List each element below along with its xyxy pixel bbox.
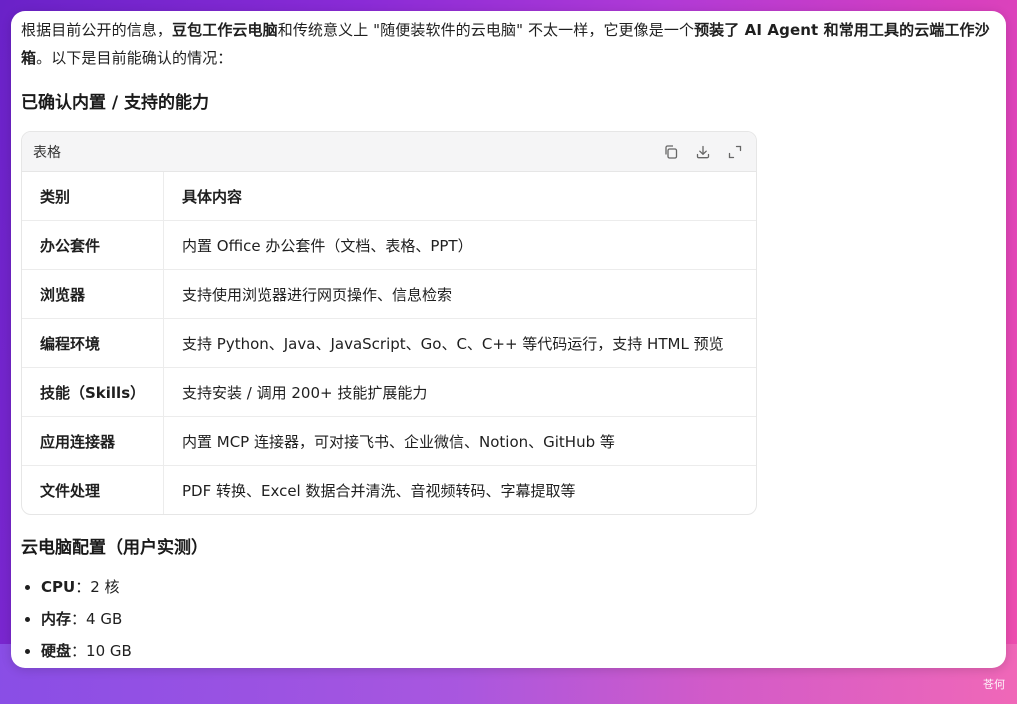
intro-bold-1: 豆包工作云电脑 xyxy=(172,21,278,39)
column-header-detail: 具体内容 xyxy=(163,172,756,221)
table-row: 技能（Skills） 支持安装 / 调用 200+ 技能扩展能力 xyxy=(22,367,756,417)
message-content: 根据目前公开的信息，豆包工作云电脑和传统意义上 "随便装软件的云电脑" 不太一样… xyxy=(21,11,999,660)
intro-text-2: 和传统意义上 "随便装软件的云电脑" 不太一样，它更像是一个 xyxy=(277,21,695,39)
row-detail: 内置 Office 办公套件（文档、表格、PPT） xyxy=(163,220,756,270)
intro-text-1: 根据目前公开的信息， xyxy=(21,21,173,39)
chat-message-card: 根据目前公开的信息，豆包工作云电脑和传统意义上 "随便装软件的云电脑" 不太一样… xyxy=(11,11,1006,668)
watermark-text: 苍何 xyxy=(983,678,1005,691)
spec-value: 2 核 xyxy=(90,578,120,596)
list-item: 硬盘：10 GB xyxy=(41,635,132,667)
spec-value: 4 GB xyxy=(86,610,123,628)
row-category: 文件处理 xyxy=(22,465,164,514)
row-category: 技能（Skills） xyxy=(22,367,164,417)
table-row: 应用连接器 内置 MCP 连接器，可对接飞书、企业微信、Notion、GitHu… xyxy=(22,416,756,466)
section-title-config: 云电脑配置（用户实测） xyxy=(21,538,208,558)
spec-value: 10 GB xyxy=(86,642,132,660)
table-label: 表格 xyxy=(33,144,61,161)
section-title-capabilities: 已确认内置 / 支持的能力 xyxy=(21,93,210,113)
row-category: 应用连接器 xyxy=(22,416,164,466)
spec-key: 硬盘 xyxy=(41,642,72,660)
table-row: 浏览器 支持使用浏览器进行网页操作、信息检索 xyxy=(22,269,756,319)
row-category: 编程环境 xyxy=(22,318,164,368)
row-category: 浏览器 xyxy=(22,269,164,319)
row-detail: 支持使用浏览器进行网页操作、信息检索 xyxy=(163,269,756,319)
table-toolbar: 表格 xyxy=(22,132,756,172)
capabilities-table: 类别 具体内容 办公套件 内置 Office 办公套件（文档、表格、PPT） 浏… xyxy=(22,172,756,514)
row-category: 办公套件 xyxy=(22,220,164,270)
row-detail: PDF 转换、Excel 数据合并清洗、音视频转码、字幕提取等 xyxy=(182,481,576,500)
download-icon[interactable] xyxy=(694,143,712,161)
spec-separator: ： xyxy=(71,642,87,660)
list-item: 内存：4 GB xyxy=(41,603,132,635)
spec-separator: ： xyxy=(71,610,87,628)
table-header-row: 类别 具体内容 xyxy=(22,172,756,221)
copy-icon[interactable] xyxy=(662,143,680,161)
table-row: 编程环境 支持 Python、Java、JavaScript、Go、C、C++ … xyxy=(22,318,756,368)
column-header-category: 类别 xyxy=(22,172,164,221)
intro-paragraph: 根据目前公开的信息，豆包工作云电脑和传统意义上 "随便装软件的云电脑" 不太一样… xyxy=(21,11,999,72)
spec-separator: ： xyxy=(75,578,91,596)
table-row: 办公套件 内置 Office 办公套件（文档、表格、PPT） xyxy=(22,220,756,270)
row-detail: 内置 MCP 连接器，可对接飞书、企业微信、Notion、GitHub 等 xyxy=(163,416,756,466)
expand-icon[interactable] xyxy=(726,143,744,161)
intro-text-3: 。以下是目前能确认的情况： xyxy=(36,49,233,67)
table-row: 文件处理 PDF 转换、Excel 数据合并清洗、音视频转码、字幕提取等 xyxy=(22,465,756,514)
spec-key: CPU xyxy=(41,578,76,596)
config-spec-list: CPU：2 核 内存：4 GB 硬盘：10 GB xyxy=(21,571,132,667)
list-item: CPU：2 核 xyxy=(41,571,132,603)
row-detail: 支持 Python、Java、JavaScript、Go、C、C++ 等代码运行… xyxy=(163,318,756,368)
table-tools xyxy=(662,143,744,161)
spec-key: 内存 xyxy=(41,610,72,628)
row-detail: 支持安装 / 调用 200+ 技能扩展能力 xyxy=(163,367,756,417)
capabilities-table-block: 表格 类别 具体内容 办公套件 内置 Office 办公套件（文档、表格、PPT… xyxy=(21,131,757,515)
